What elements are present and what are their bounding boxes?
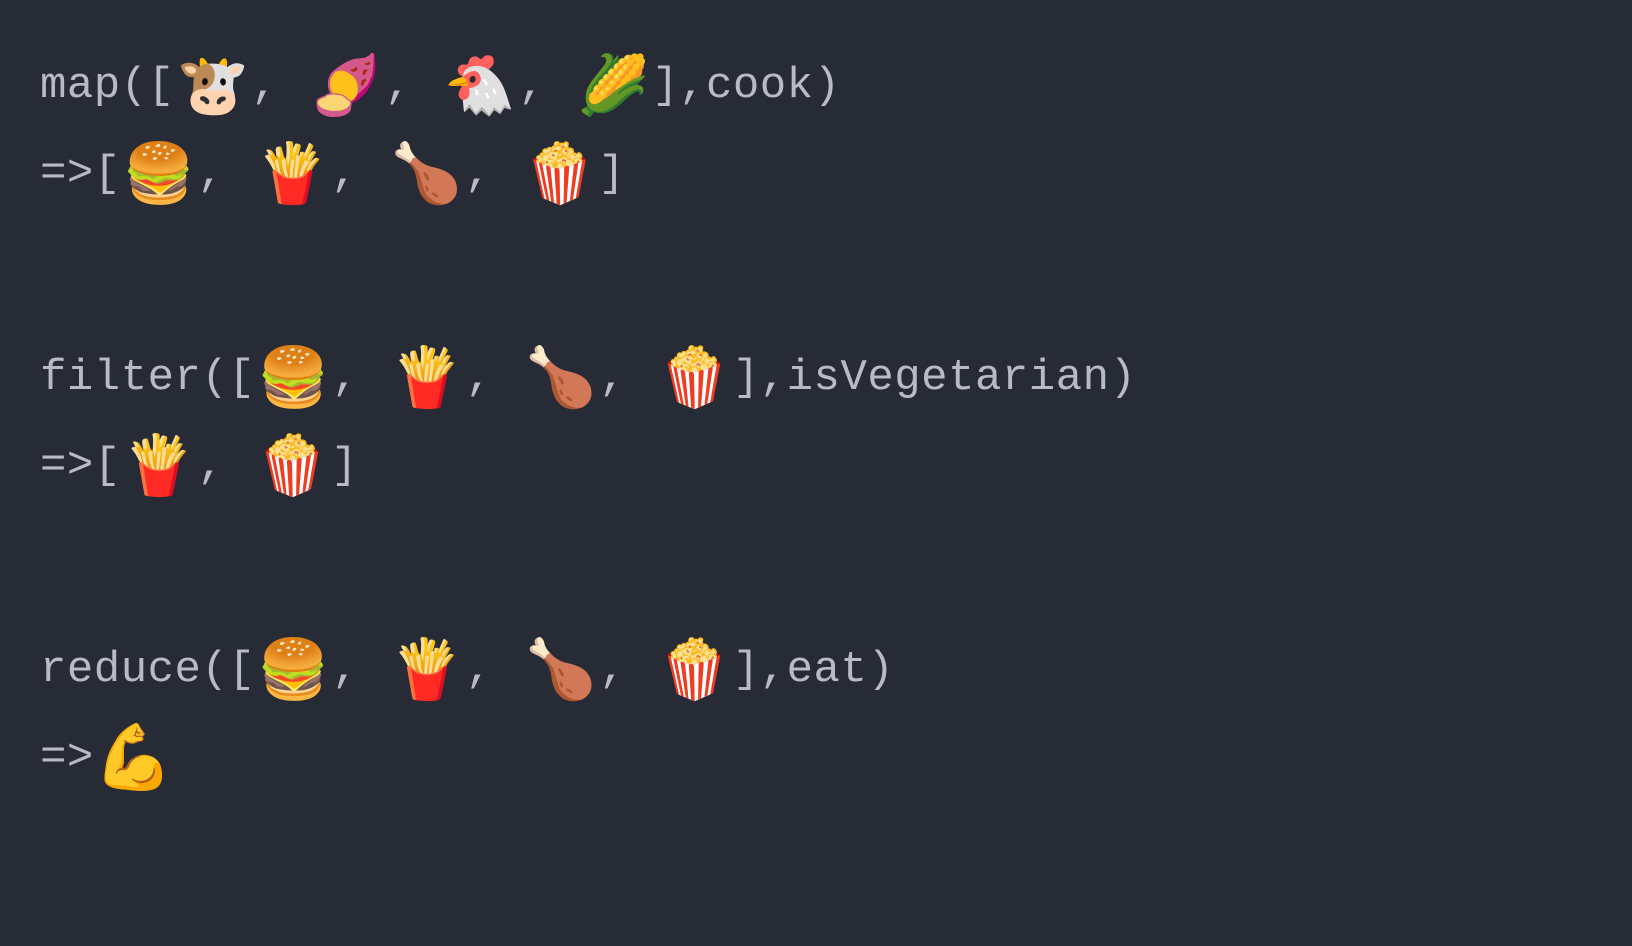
close-bracket: ],: [733, 637, 787, 703]
separator: ,: [332, 345, 359, 411]
drumstick-emoji: 🍗: [525, 349, 598, 407]
drumstick-emoji: 🍗: [525, 641, 598, 699]
separator: ,: [197, 433, 224, 499]
fries-emoji: 🍟: [391, 349, 464, 407]
open-bracket: ([: [121, 53, 175, 119]
fn-arg: eat: [787, 637, 868, 703]
separator: ,: [385, 53, 412, 119]
popcorn-emoji: 🍿: [256, 437, 329, 495]
muscle-emoji: 💪: [94, 726, 174, 790]
popcorn-emoji: 🍿: [658, 641, 731, 699]
cow-emoji: 🐮: [177, 57, 250, 115]
fn-name: filter: [40, 345, 201, 411]
separator: ,: [599, 637, 626, 703]
arrow: =>: [40, 725, 94, 791]
close-bracket: ]: [598, 141, 625, 207]
filter-call-line: filter([🍔,🍟,🍗,🍿], isVegetarian): [40, 334, 1592, 422]
separator: ,: [466, 637, 493, 703]
separator: ,: [251, 53, 278, 119]
spacer: [40, 218, 1592, 334]
popcorn-emoji: 🍿: [524, 145, 597, 203]
fries-emoji: 🍟: [123, 437, 196, 495]
close-bracket: ],: [652, 53, 706, 119]
code-diagram: map([🐮,🍠,🐔,🌽], cook) => [🍔,🍟,🍗,🍿] filter…: [40, 42, 1592, 802]
burger-emoji: 🍔: [257, 641, 330, 699]
fn-name: reduce: [40, 637, 201, 703]
spacer: [40, 510, 1592, 626]
fries-emoji: 🍟: [391, 641, 464, 699]
filter-result-line: => [🍟, 🍿]: [40, 422, 1592, 510]
separator: ,: [599, 345, 626, 411]
map-call-line: map([🐮,🍠,🐔,🌽], cook): [40, 42, 1592, 130]
fn-arg: isVegetarian: [787, 345, 1110, 411]
separator: ,: [332, 637, 359, 703]
separator: ,: [519, 53, 546, 119]
open-bracket: ([: [201, 637, 255, 703]
burger-emoji: 🍔: [257, 349, 330, 407]
map-result-line: => [🍔,🍟,🍗,🍿]: [40, 130, 1592, 218]
fries-emoji: 🍟: [256, 145, 329, 203]
fn-arg: cook: [706, 53, 814, 119]
close-bracket: ]: [331, 433, 358, 499]
open-bracket: ([: [201, 345, 255, 411]
close-paren: ): [867, 637, 894, 703]
separator: ,: [331, 141, 358, 207]
reduce-result-line: => 💪: [40, 714, 1592, 802]
close-bracket: ],: [733, 345, 787, 411]
reduce-call-line: reduce([🍔,🍟,🍗,🍿], eat): [40, 626, 1592, 714]
close-paren: ): [1110, 345, 1137, 411]
separator: ,: [197, 141, 224, 207]
open-bracket: [: [94, 141, 121, 207]
burger-emoji: 🍔: [123, 145, 196, 203]
corn-emoji: 🌽: [577, 57, 650, 115]
chicken-emoji: 🐔: [444, 57, 517, 115]
open-bracket: [: [94, 433, 121, 499]
arrow: =>: [40, 141, 94, 207]
popcorn-emoji: 🍿: [658, 349, 731, 407]
potato-emoji: 🍠: [310, 57, 383, 115]
close-paren: ): [814, 53, 841, 119]
arrow: =>: [40, 433, 94, 499]
separator: ,: [465, 141, 492, 207]
drumstick-emoji: 🍗: [390, 145, 463, 203]
fn-name: map: [40, 53, 121, 119]
separator: ,: [466, 345, 493, 411]
